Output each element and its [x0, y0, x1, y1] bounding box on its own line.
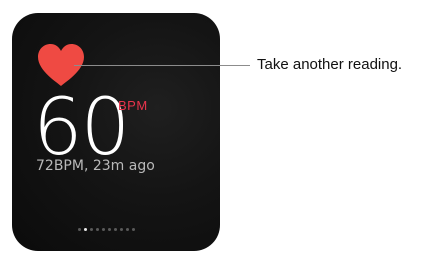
page-dot	[114, 228, 117, 231]
page-indicator	[78, 228, 135, 231]
callout-line	[74, 65, 250, 66]
last-reading-text: 72BPM, 23m ago	[36, 158, 155, 174]
callout-label: Take another reading.	[257, 56, 403, 73]
page-dot	[126, 228, 129, 231]
page-dot	[78, 228, 81, 231]
page-dot	[108, 228, 111, 231]
heart-rate-unit: BPM	[118, 98, 148, 113]
page-dot	[96, 228, 99, 231]
page-dot	[90, 228, 93, 231]
page-dot	[132, 228, 135, 231]
page-dot	[102, 228, 105, 231]
page-dot	[120, 228, 123, 231]
page-dot-active	[84, 228, 87, 231]
watch-screen: 60 BPM 72BPM, 23m ago	[12, 13, 220, 251]
heart-rate-value: 60	[33, 83, 130, 173]
